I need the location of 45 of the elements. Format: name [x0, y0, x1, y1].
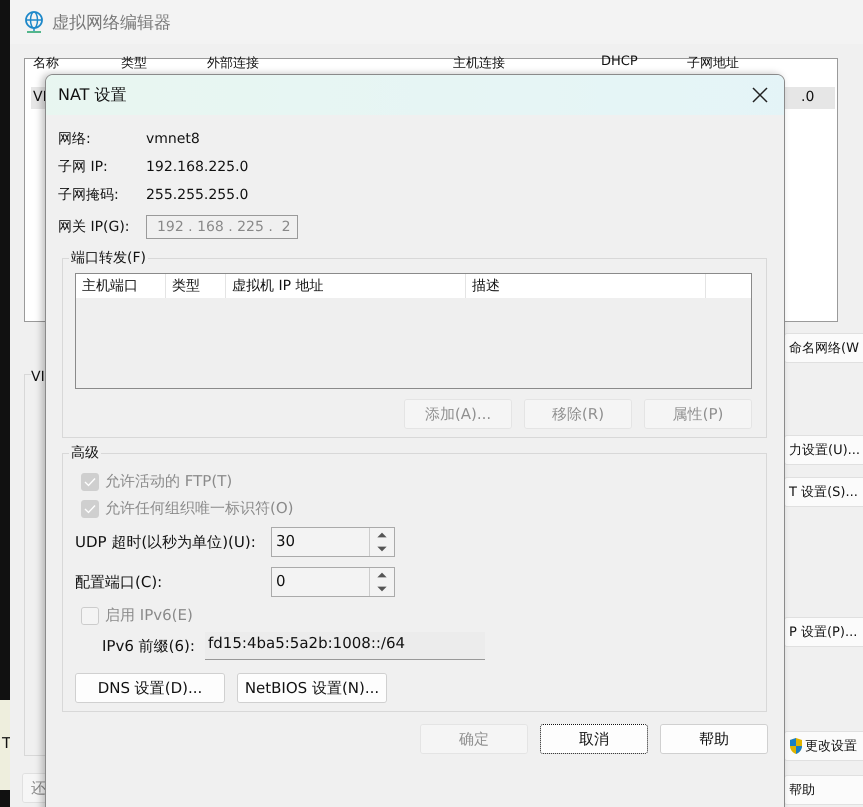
shield-icon — [789, 737, 803, 755]
side-button[interactable]: 命名网络(W — [784, 333, 863, 363]
dialog-title: NAT 设置 — [58, 84, 127, 106]
side-button[interactable]: T 设置(S)... — [784, 477, 863, 507]
column-header[interactable]: 类型 — [121, 54, 147, 72]
spinner-label: 配置端口(C): — [75, 572, 164, 592]
group-title: 高级 — [70, 444, 100, 462]
close-icon[interactable] — [752, 87, 768, 103]
column-header[interactable]: 类型 — [166, 274, 226, 298]
group-title: 端口转发(F) — [70, 249, 147, 267]
spinner-label: UDP 超时(以秒为单位)(U): — [75, 532, 257, 552]
info-label: 网络: — [58, 130, 92, 148]
column-header[interactable]: 描述 — [466, 274, 706, 298]
checkbox-label: 启用 IPv6(E) — [105, 606, 193, 625]
globe-icon — [24, 11, 44, 33]
number-spinner[interactable]: 0 — [271, 567, 395, 597]
checkbox-label: 允许活动的 FTP(T) — [105, 472, 232, 491]
info-label: 子网 IP: — [58, 158, 109, 176]
info-label: 子网掩码: — [58, 186, 120, 204]
checkbox-label: 允许任何组织唯一标识符(O) — [105, 499, 294, 518]
dialog-button[interactable]: 帮助 — [660, 724, 768, 754]
number-spinner[interactable]: 30 — [271, 527, 395, 557]
side-button[interactable]: 力设置(U)... — [784, 435, 863, 465]
column-header[interactable]: DHCP — [601, 54, 638, 69]
info-value: 192.168.225.0 — [146, 159, 248, 175]
info-value: vmnet8 — [146, 131, 200, 147]
window-title: 虚拟网络编辑器 — [52, 12, 171, 34]
column-header[interactable]: 名称 — [33, 54, 59, 72]
dialog-button[interactable]: 取消 — [540, 724, 648, 754]
column-header[interactable]: 子网地址 — [687, 54, 739, 72]
side-button[interactable]: P 设置(P)... — [784, 617, 863, 647]
column-header[interactable]: 主机连接 — [453, 54, 505, 72]
table-cell: .0 — [801, 89, 814, 105]
info-value: 255.255.255.0 — [146, 187, 248, 203]
column-header[interactable]: 虚拟机 IP 地址 — [226, 274, 466, 298]
check-icon — [84, 504, 96, 514]
settings-button[interactable]: NetBIOS 设置(N)... — [237, 673, 387, 703]
side-button[interactable]: 更改设置 — [784, 731, 863, 761]
side-button[interactable]: 帮助 — [784, 775, 863, 805]
column-header[interactable]: 主机端口 — [76, 274, 166, 298]
check-icon — [84, 476, 96, 486]
gateway-label: 网关 IP(G): — [58, 218, 131, 236]
settings-button[interactable]: DNS 设置(D)... — [75, 673, 225, 703]
prefix-label: IPv6 前缀(6): — [102, 636, 196, 656]
column-header[interactable]: 外部连接 — [207, 54, 259, 72]
